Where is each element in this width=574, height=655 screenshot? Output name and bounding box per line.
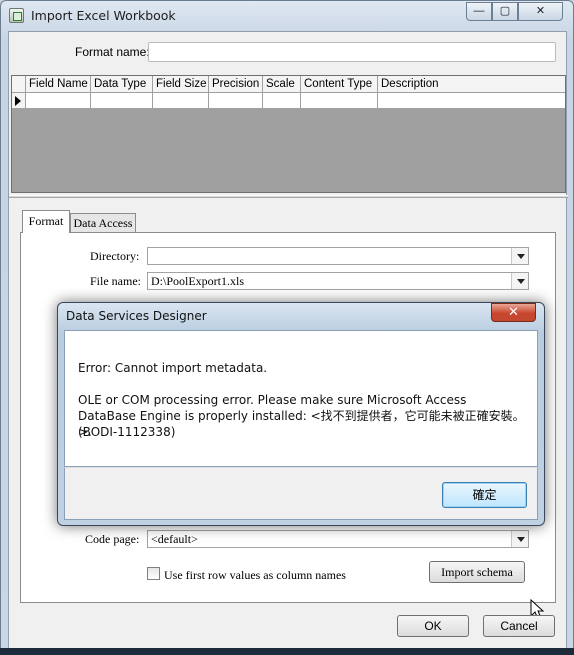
code-page-value: <default> [151,532,198,546]
cell-field-size[interactable] [153,93,209,108]
current-row-arrow-icon [15,96,21,106]
import-schema-button[interactable]: Import schema [429,561,525,583]
cell-content-type[interactable] [301,93,378,108]
first-row-column-names-checkbox[interactable] [147,567,160,580]
splitter-bar[interactable] [9,195,568,198]
ok-button[interactable]: OK [397,615,469,637]
cell-field-name[interactable] [26,93,91,108]
directory-combo[interactable] [147,247,529,265]
error-heading: Error: Cannot import metadata. [78,361,268,375]
tab-format[interactable]: Format [22,210,70,233]
file-name-value: D:\PoolExport1.xls [151,274,245,288]
error-code: (BODI-1112338) [78,425,176,439]
cell-scale[interactable] [263,93,301,108]
minimize-button[interactable]: — [466,2,492,21]
tab-data-access[interactable]: Data Access [70,213,136,233]
chevron-down-icon[interactable] [511,273,528,289]
column-header-precision[interactable]: Precision [209,76,263,93]
dialog-title: Data Services Designer [66,309,207,323]
grid-corner [12,76,26,93]
code-page-label: Code page: [85,532,140,546]
chevron-down-icon[interactable] [511,248,528,264]
error-dialog: Data Services Designer ✕ Error: Cannot i… [57,302,545,526]
table-row[interactable] [12,93,565,109]
column-header-field-size[interactable]: Field Size [153,76,209,93]
taskbar-strip [0,648,574,655]
close-window-button[interactable]: ✕ [518,2,563,21]
field-grid[interactable]: Field Name Data Type Field Size Precisio… [11,75,566,193]
title-bar[interactable]: Import Excel Workbook — ▢ ✕ [1,1,573,31]
dialog-button-bar: 確定 [64,467,538,520]
column-header-field-name[interactable]: Field Name [26,76,91,93]
cell-precision[interactable] [209,93,263,108]
confirm-button[interactable]: 確定 [442,482,527,508]
format-name-label: Format name: [75,45,150,59]
chevron-down-icon[interactable] [511,531,528,547]
directory-label: Directory: [90,249,140,263]
file-name-label: File name: [90,274,141,288]
maximize-button[interactable]: ▢ [492,2,518,21]
column-header-content-type[interactable]: Content Type [301,76,378,93]
cancel-button[interactable]: Cancel [483,615,555,637]
row-selector[interactable] [12,93,26,108]
grid-header: Field Name Data Type Field Size Precisio… [12,76,565,93]
code-page-combo[interactable]: <default> [147,530,529,548]
app-icon [9,8,24,23]
column-header-description[interactable]: Description [378,76,565,93]
format-name-input[interactable] [148,42,556,62]
column-header-scale[interactable]: Scale [263,76,301,93]
dialog-message-area: Error: Cannot import metadata. OLE or CO… [64,330,538,467]
window-title: Import Excel Workbook [31,8,176,23]
first-row-column-names-label: Use first row values as column names [164,568,346,582]
cell-description[interactable] [378,93,565,108]
cell-data-type[interactable] [91,93,153,108]
file-name-combo[interactable]: D:\PoolExport1.xls [147,272,529,290]
column-header-data-type[interactable]: Data Type [91,76,153,93]
dialog-close-button[interactable]: ✕ [491,303,536,322]
